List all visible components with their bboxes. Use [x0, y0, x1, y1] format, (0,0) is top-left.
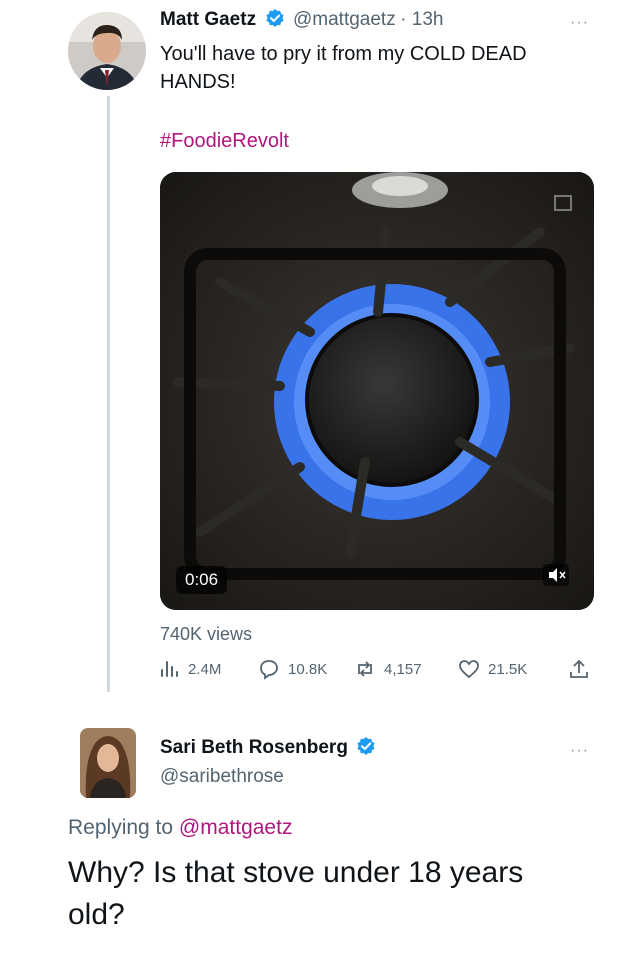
tweet-video[interactable]	[160, 172, 594, 610]
retweet-icon	[358, 661, 372, 677]
tweet-more-icon[interactable]: ···	[570, 14, 589, 32]
tweet-hashtag[interactable]: #FoodieRevolt	[160, 130, 289, 153]
replying-to: Replying to @mattgaetz	[68, 816, 292, 840]
tweet-text: You'll have to pry it from my COLD DEAD …	[160, 43, 527, 93]
replying-to-handle[interactable]: @mattgaetz	[179, 816, 293, 839]
analytics-count: 2.4M	[188, 660, 222, 678]
heart-icon	[459, 660, 479, 679]
mute-icon[interactable]	[543, 564, 569, 586]
reply-more-icon[interactable]: ···	[570, 742, 589, 760]
like-button[interactable]: 21.5K	[458, 658, 527, 680]
reply-author-handle[interactable]: @saribethrose	[160, 766, 284, 788]
author-handle[interactable]: @mattgaetz	[293, 9, 396, 30]
tweet-header: Matt Gaetz @mattgaetz · 13h	[160, 8, 443, 31]
reply-icon	[260, 660, 278, 680]
reply-avatar[interactable]	[80, 728, 136, 798]
retweet-button[interactable]: 4,157	[354, 658, 422, 680]
view-count: 740K views	[160, 624, 253, 644]
share-button[interactable]	[568, 658, 590, 680]
reply-verified-badge-icon	[356, 736, 376, 756]
like-count: 21.5K	[488, 660, 528, 678]
replying-to-prefix: Replying to	[68, 816, 174, 839]
reply-header: Sari Beth Rosenberg	[160, 736, 380, 759]
analytics-button[interactable]: 2.4M	[158, 658, 221, 680]
reply-button[interactable]: 10.8K	[258, 658, 327, 680]
reply-count: 10.8K	[288, 660, 328, 678]
reply-author-name[interactable]: Sari Beth Rosenberg	[160, 737, 348, 758]
tweet-avatar[interactable]	[68, 12, 146, 90]
author-name[interactable]: Matt Gaetz	[160, 9, 256, 30]
retweet-count: 4,157	[384, 660, 422, 678]
share-icon	[570, 659, 588, 678]
verified-badge-icon	[265, 8, 285, 28]
analytics-icon	[161, 661, 178, 677]
tweet-actions: 2.4M 10.8K 4,157 21.5K	[158, 658, 594, 688]
video-duration-badge: 0:06	[176, 566, 228, 594]
tweet-time[interactable]: · 13h	[400, 9, 443, 30]
thread-connector-line	[107, 96, 110, 692]
reply-text: Why? Is that stove under 18 years old?	[68, 856, 524, 931]
